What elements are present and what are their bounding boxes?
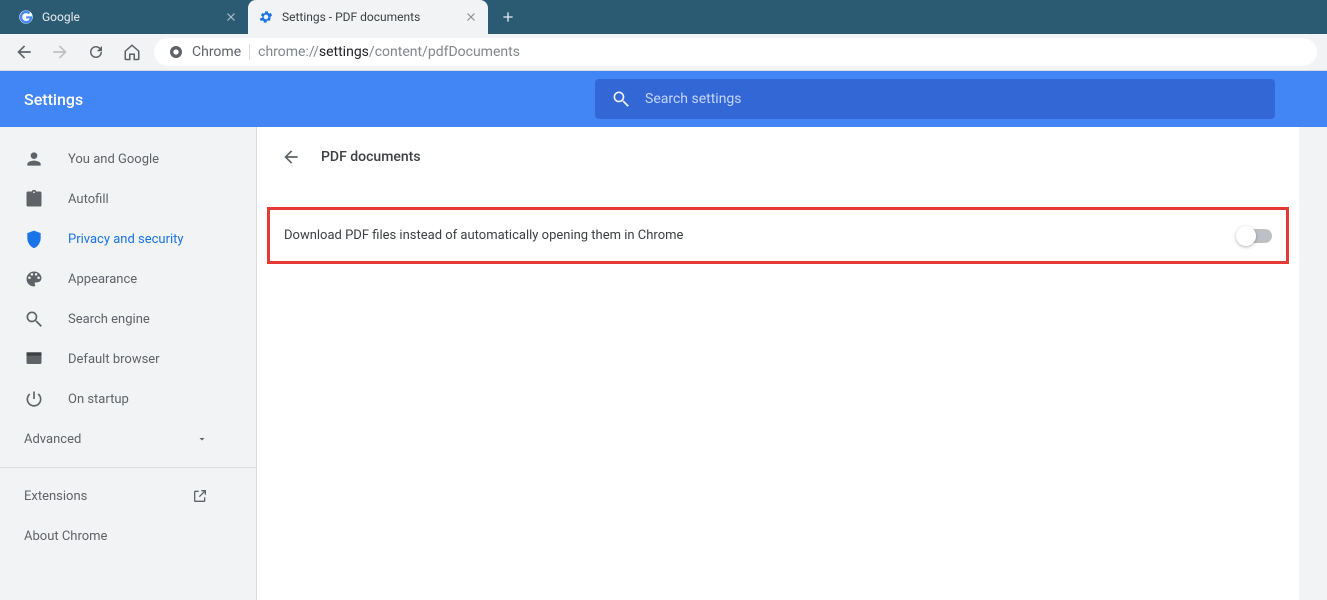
sidebar-about-chrome[interactable]: About Chrome — [0, 516, 256, 556]
tab-settings[interactable]: Settings - PDF documents — [248, 0, 488, 34]
forward-button — [46, 38, 74, 66]
browser-tab-bar: Google Settings - PDF documents — [0, 0, 1327, 34]
sidebar-item-label: Default browser — [68, 352, 160, 367]
settings-header: Settings — [0, 71, 1327, 127]
sidebar-divider — [0, 467, 256, 468]
settings-content: You and Google Autofill Privacy and secu… — [0, 127, 1327, 600]
close-icon[interactable] — [224, 10, 238, 24]
sidebar-item-search-engine[interactable]: Search engine — [0, 299, 256, 339]
tab-title: Google — [42, 10, 218, 24]
sidebar-item-you-and-google[interactable]: You and Google — [0, 139, 256, 179]
settings-main: PDF documents Download PDF files instead… — [256, 127, 1299, 600]
address-bar: Chrome chrome://settings/content/pdfDocu… — [0, 34, 1327, 71]
sidebar-item-label: You and Google — [68, 152, 159, 167]
clipboard-icon — [24, 189, 44, 209]
home-button[interactable] — [118, 38, 146, 66]
pdf-download-toggle[interactable] — [1238, 229, 1272, 243]
new-tab-button[interactable] — [494, 3, 522, 31]
close-icon[interactable] — [464, 10, 478, 24]
url-text: chrome://settings/content/pdfDocuments — [258, 44, 520, 60]
settings-title: Settings — [24, 90, 83, 109]
advanced-label: Advanced — [24, 432, 81, 447]
sidebar-item-label: Search engine — [68, 312, 150, 327]
browser-icon — [24, 349, 44, 369]
about-label: About Chrome — [24, 529, 107, 544]
shield-icon — [24, 229, 44, 249]
sidebar-extensions[interactable]: Extensions — [0, 476, 232, 516]
sidebar-item-on-startup[interactable]: On startup — [0, 379, 256, 419]
search-icon — [611, 89, 631, 109]
sidebar-item-label: On startup — [68, 392, 129, 407]
sidebar-item-default-browser[interactable]: Default browser — [0, 339, 256, 379]
back-arrow-button[interactable] — [281, 147, 301, 167]
chrome-icon — [168, 44, 184, 60]
sidebar-item-appearance[interactable]: Appearance — [0, 259, 256, 299]
tab-google[interactable]: Google — [8, 0, 248, 34]
sidebar-item-label: Appearance — [68, 272, 137, 287]
sidebar-item-privacy[interactable]: Privacy and security — [0, 219, 256, 259]
search-settings-box[interactable] — [595, 79, 1275, 119]
sidebar-advanced[interactable]: Advanced — [0, 419, 232, 459]
palette-icon — [24, 269, 44, 289]
chevron-down-icon — [196, 433, 208, 445]
omnibox[interactable]: Chrome chrome://settings/content/pdfDocu… — [154, 38, 1317, 66]
separator — [249, 44, 250, 60]
person-icon — [24, 149, 44, 169]
site-label: Chrome — [192, 44, 241, 60]
google-favicon — [18, 9, 34, 25]
sidebar-item-label: Autofill — [68, 192, 109, 207]
external-link-icon — [192, 488, 208, 504]
search-settings-input[interactable] — [645, 91, 1259, 107]
gear-favicon — [258, 9, 274, 25]
sidebar-item-label: Privacy and security — [68, 232, 184, 247]
sidebar-item-autofill[interactable]: Autofill — [0, 179, 256, 219]
option-label: Download PDF files instead of automatica… — [284, 228, 683, 243]
search-icon — [24, 309, 44, 329]
page-title: PDF documents — [321, 149, 421, 165]
tab-title: Settings - PDF documents — [282, 10, 458, 24]
reload-button[interactable] — [82, 38, 110, 66]
extensions-label: Extensions — [24, 489, 87, 504]
back-button[interactable] — [10, 38, 38, 66]
power-icon — [24, 389, 44, 409]
page-header: PDF documents — [281, 147, 1275, 167]
pdf-download-option: Download PDF files instead of automatica… — [267, 207, 1289, 264]
settings-sidebar: You and Google Autofill Privacy and secu… — [0, 127, 256, 600]
